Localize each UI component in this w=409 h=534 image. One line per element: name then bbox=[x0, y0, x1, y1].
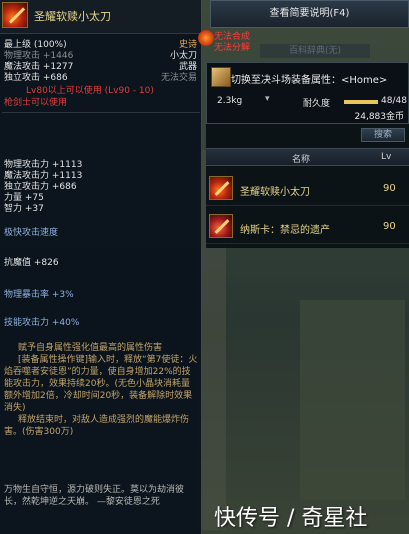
skill-attack: 技能攻击力 +40% bbox=[4, 318, 80, 328]
list-item[interactable]: 纳斯卡：禁忌的遗产 90 bbox=[206, 210, 409, 244]
view-summary-button[interactable]: 查看简要说明(F4) bbox=[210, 0, 409, 28]
durability-fill bbox=[344, 100, 378, 104]
watermark: 快传号 / 奇星社 bbox=[214, 506, 368, 531]
power-stat: 魔法攻击力 +1113 bbox=[4, 171, 83, 181]
list-item-lv: 90 bbox=[383, 221, 396, 232]
durability-bar bbox=[344, 100, 378, 104]
power-stat: 独立攻击力 +686 bbox=[4, 182, 77, 192]
search-button[interactable]: 搜索 bbox=[361, 128, 405, 142]
trade-status: 无法交易 bbox=[160, 73, 197, 83]
list-header: 名称 Lv bbox=[206, 148, 409, 166]
item-category: 武器 bbox=[178, 62, 197, 72]
desc-line: 释放结束时，对敌人造成强烈的魔能爆炸伤害。(伤害300万) bbox=[4, 415, 190, 437]
warning-no-disassemble: 无法分解 bbox=[214, 43, 251, 53]
warning-no-synthesis: 无法合成 bbox=[214, 32, 251, 42]
level-requirement: Lv80以上可以使用 (Lv90 - 10) bbox=[26, 86, 154, 96]
item-rarity: 史诗 bbox=[178, 40, 197, 50]
power-stat: 力量 +75 bbox=[4, 193, 44, 203]
gold-amount: 24,883金币 bbox=[354, 112, 405, 122]
item-title: 圣耀软赎小太刀 bbox=[34, 10, 111, 23]
weapon-type: 小太刀 bbox=[169, 51, 197, 61]
weapon-icon bbox=[2, 2, 28, 28]
power-stat: 物理攻击力 +1113 bbox=[4, 160, 83, 170]
header-name: 名称 bbox=[292, 155, 311, 165]
switch-arena-label[interactable]: 切换至决斗场装备属性：<Home> bbox=[231, 71, 387, 86]
class-requirement: 枪剑士可以使用 bbox=[4, 98, 68, 108]
attack-speed: 极快攻击速度 bbox=[4, 228, 59, 238]
list-item-name: 纳斯卡：禁忌的遗产 bbox=[240, 225, 330, 236]
list-item-name: 圣耀软赎小太刀 bbox=[240, 187, 310, 198]
encyclopedia-tab[interactable]: 百科辞典(无) bbox=[260, 44, 370, 58]
tooltip-header: 圣耀软赎小太刀 bbox=[0, 0, 201, 34]
item-tooltip: 圣耀软赎小太刀 最上级 (100%) 史诗 物理攻击 +1446 小太刀 魔法攻… bbox=[0, 0, 202, 534]
weapon-icon bbox=[209, 214, 233, 238]
list-item-lv: 90 bbox=[383, 183, 396, 194]
desc-line: 赋予自身属性强化值最高的属性伤害 bbox=[18, 343, 163, 353]
item-weight: 2.3kg bbox=[217, 96, 243, 106]
divider bbox=[2, 112, 200, 113]
background-block bbox=[300, 300, 405, 500]
magic-attack: 魔法攻击 +1277 bbox=[4, 62, 74, 72]
item-description: 赋予自身属性强化值最高的属性伤害 [装备属性操作键]输入时，释放“第7使徒：火焰… bbox=[4, 342, 198, 438]
power-stat: 智力 +37 bbox=[4, 204, 44, 214]
switch-icon bbox=[211, 67, 231, 87]
item-grade: 最上级 (100%) bbox=[4, 40, 67, 50]
durability-label: 耐久度 bbox=[303, 99, 331, 109]
list-item[interactable]: 圣耀软赎小太刀 90 bbox=[206, 172, 409, 206]
weapon-icon bbox=[209, 176, 233, 200]
equip-switch-panel: 切换至决斗场装备属性：<Home> 2.3kg ▾ 耐久度 48/48 24,8… bbox=[206, 62, 409, 124]
dropdown-arrow-icon: ▾ bbox=[265, 94, 270, 104]
independent-attack: 独立攻击 +686 bbox=[4, 73, 68, 83]
warning-icon bbox=[198, 30, 214, 46]
item-quote: 万物生自守恒，源力破则失正。莫以为劫消彼长，然乾坤逆之天崩。 —黎安徒恩之死 bbox=[4, 485, 185, 507]
physical-crit: 物理暴击率 +3% bbox=[4, 290, 74, 300]
encyclopedia-list: 搜索 名称 Lv 圣耀软赎小太刀 90 纳斯卡：禁忌的遗产 90 bbox=[206, 124, 409, 248]
desc-line: [装备属性操作键]输入时，释放“第7使徒：火焰吞噬者安徒恩”的力量，使自身增加2… bbox=[4, 355, 198, 413]
durability-value: 48/48 bbox=[381, 96, 407, 106]
magic-resist: 抗魔值 +826 bbox=[4, 258, 59, 268]
physical-attack: 物理攻击 +1446 bbox=[4, 51, 74, 61]
header-lv: Lv bbox=[381, 152, 392, 162]
